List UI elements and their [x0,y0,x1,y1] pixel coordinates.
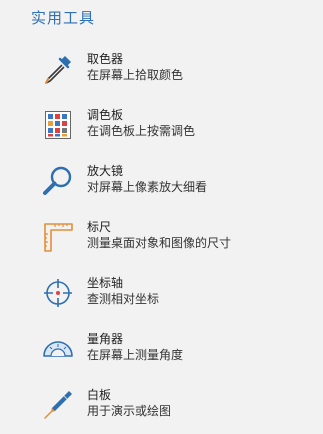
tool-crosshair[interactable]: 坐标轴 查测相对坐标 [0,276,323,322]
palette-grid-icon [41,108,75,142]
tool-desc: 在屏幕上测量角度 [87,348,184,362]
tool-name: 放大镜 [87,164,124,178]
tool-name: 白板 [87,388,112,402]
protractor-icon [41,332,75,366]
panel-title: 实用工具 [31,9,96,27]
tool-color-picker[interactable]: 取色器 在屏幕上拾取颜色 [0,52,323,98]
eyedropper-icon [41,52,75,86]
tool-desc: 用于演示或绘图 [87,404,172,418]
tool-name: 坐标轴 [87,276,124,290]
tool-desc: 在调色板上按需调色 [87,124,196,138]
tool-name: 调色板 [87,108,124,122]
tool-desc: 查测相对坐标 [87,292,160,306]
tool-name: 标尺 [87,220,112,234]
tool-palette[interactable]: 调色板 在调色板上按需调色 [0,108,323,154]
tool-name: 取色器 [87,52,124,66]
tool-desc: 对屏幕上像素放大细看 [87,180,208,194]
tool-protractor[interactable]: 量角器 在屏幕上测量角度 [0,332,323,378]
magnifier-icon [41,164,75,198]
tool-ruler[interactable]: 标尺 测量桌面对象和图像的尺寸 [0,220,323,266]
ruler-icon [41,220,75,254]
tool-desc: 在屏幕上拾取颜色 [87,68,184,82]
tool-desc: 测量桌面对象和图像的尺寸 [87,236,232,250]
pen-icon [41,388,75,422]
tools-panel: 实用工具 取色器 在屏幕上拾取颜色 调色板 在调色板上按需调色 放大镜 对屏幕上… [0,0,323,431]
crosshair-icon [41,276,75,310]
tool-magnifier[interactable]: 放大镜 对屏幕上像素放大细看 [0,164,323,210]
tool-name: 量角器 [87,332,124,346]
tool-whiteboard[interactable]: 白板 用于演示或绘图 [0,388,323,434]
